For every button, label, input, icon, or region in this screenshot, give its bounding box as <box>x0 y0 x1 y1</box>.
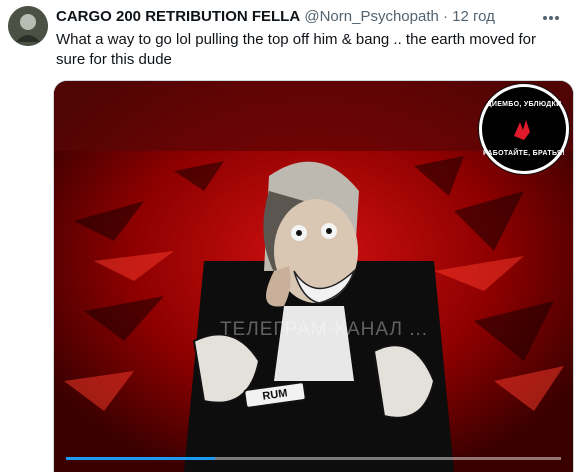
more-horizontal-icon[interactable] <box>539 8 563 28</box>
channel-logo: ДИЕМБО, УБЛЮДКИ РАБОТАЙТЕ, БРАТЬЯ! <box>479 84 569 174</box>
tweet-text: What a way to go lol pulling the top off… <box>56 31 536 68</box>
hand-gesture-icon <box>514 120 530 140</box>
user-handle[interactable]: @Norn_Psychopath <box>304 8 438 25</box>
separator: · <box>443 8 448 25</box>
logo-top-text: ДИЕМБО, УБЛЮДКИ <box>486 101 562 108</box>
tweet[interactable]: CARGO 200 RETRIBUTION FELLA @Norn_Psycho… <box>0 0 577 472</box>
video-progress-fill <box>66 457 215 460</box>
video-player[interactable]: ТЕЛЕГРАМ-КАНАЛ ... RUM ДИЕМБО, УБЛЮДКИ Р… <box>53 80 574 472</box>
video-progress-bar[interactable] <box>66 457 561 460</box>
tweet-header: CARGO 200 RETRIBUTION FELLA @Norn_Psycho… <box>56 7 537 27</box>
timestamp[interactable]: 12 год <box>452 8 495 25</box>
avatar[interactable] <box>8 6 48 46</box>
video-watermark: ТЕЛЕГРАМ-КАНАЛ ... <box>219 319 429 340</box>
display-name[interactable]: CARGO 200 RETRIBUTION FELLA <box>56 8 300 25</box>
logo-bottom-text: РАБОТАЙТЕ, БРАТЬЯ! <box>483 150 565 157</box>
